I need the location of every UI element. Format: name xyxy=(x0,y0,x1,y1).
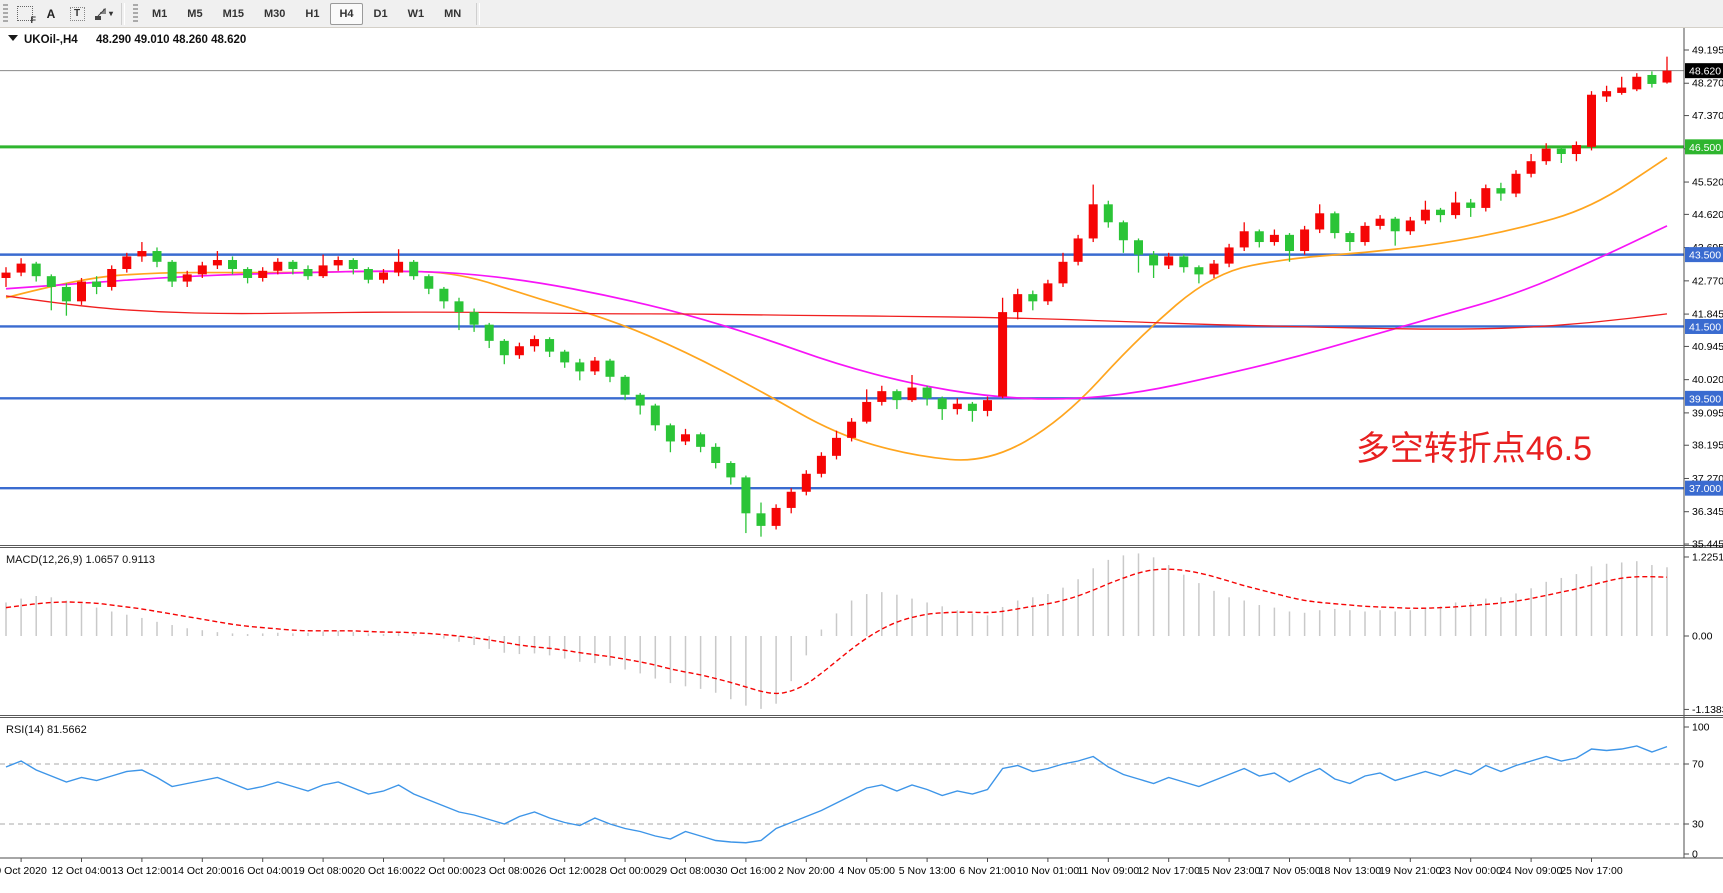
svg-text:4 Nov 05:00: 4 Nov 05:00 xyxy=(838,865,895,877)
svg-text:19 Oct 08:00: 19 Oct 08:00 xyxy=(293,865,353,877)
svg-text:23 Nov 00:00: 23 Nov 00:00 xyxy=(1439,865,1502,877)
toolbar-separator xyxy=(476,3,480,25)
timeframe-mn[interactable]: MN xyxy=(435,3,470,25)
svg-text:0: 0 xyxy=(1692,849,1698,861)
timeframe-m30[interactable]: M30 xyxy=(255,3,294,25)
svg-text:23 Oct 08:00: 23 Oct 08:00 xyxy=(474,865,534,877)
ma-fast-orange xyxy=(6,158,1667,460)
chart-area[interactable]: 49.19548.27047.37046.44545.52044.62043.6… xyxy=(0,28,1723,893)
resistance-badge: 43.500 xyxy=(1685,247,1723,262)
symbol-period-label: UKOil-,H4 xyxy=(24,34,78,46)
toolbar: F A T ▾ M1M5M15M30H1H4D1W1MN xyxy=(0,0,1723,28)
svg-text:45.520: 45.520 xyxy=(1692,177,1723,189)
timeframe-group: M1M5M15M30H1H4D1W1MN xyxy=(142,3,471,25)
svg-text:43.500: 43.500 xyxy=(1689,250,1721,262)
svg-text:39.500: 39.500 xyxy=(1689,393,1721,405)
timeframe-m5[interactable]: M5 xyxy=(178,3,211,25)
rsi-line xyxy=(6,746,1667,843)
svg-text:12 Oct 04:00: 12 Oct 04:00 xyxy=(51,865,111,877)
svg-text:49.195: 49.195 xyxy=(1692,45,1723,57)
svg-text:20 Oct 16:00: 20 Oct 16:00 xyxy=(353,865,413,877)
text-label-icon[interactable]: A xyxy=(39,3,63,25)
svg-text:9 Oct 2020: 9 Oct 2020 xyxy=(0,865,47,877)
svg-text:47.370: 47.370 xyxy=(1692,110,1723,122)
svg-text:37.000: 37.000 xyxy=(1689,483,1721,495)
timeframe-m1[interactable]: M1 xyxy=(143,3,176,25)
chinese-annotation: 多空转折点46.5 xyxy=(1356,430,1592,468)
svg-text:19 Nov 21:00: 19 Nov 21:00 xyxy=(1379,865,1442,877)
ohlc-values: 48.290 49.010 48.260 48.620 xyxy=(96,34,246,46)
timeframe-d1[interactable]: D1 xyxy=(365,3,397,25)
svg-text:48.620: 48.620 xyxy=(1689,66,1721,78)
svg-text:5 Nov 13:00: 5 Nov 13:00 xyxy=(899,865,956,877)
svg-text:2 Nov 20:00: 2 Nov 20:00 xyxy=(778,865,835,877)
ma-mid-magenta xyxy=(6,226,1667,399)
svg-text:25 Nov 17:00: 25 Nov 17:00 xyxy=(1560,865,1623,877)
svg-text:35.445: 35.445 xyxy=(1692,539,1723,551)
svg-text:-1.1383: -1.1383 xyxy=(1692,704,1723,716)
svg-text:30: 30 xyxy=(1692,819,1704,831)
svg-text:41.500: 41.500 xyxy=(1689,321,1721,333)
svg-text:41.845: 41.845 xyxy=(1692,309,1723,321)
svg-text:11 Nov 09:00: 11 Nov 09:00 xyxy=(1077,865,1139,877)
macd-panel xyxy=(6,553,1667,708)
svg-text:40.945: 40.945 xyxy=(1692,341,1723,353)
svg-text:1.2251: 1.2251 xyxy=(1692,551,1723,563)
svg-text:28 Oct 00:00: 28 Oct 00:00 xyxy=(595,865,655,877)
svg-text:13 Oct 12:00: 13 Oct 12:00 xyxy=(112,865,172,877)
fibonacci-grid-icon: F xyxy=(17,6,33,21)
timeframe-h4[interactable]: H4 xyxy=(330,3,362,25)
timeframe-w1[interactable]: W1 xyxy=(399,3,434,25)
svg-text:38.195: 38.195 xyxy=(1692,440,1723,452)
toolbar-grip[interactable] xyxy=(3,4,8,24)
timeframe-h1[interactable]: H1 xyxy=(296,3,328,25)
toolbar-separator xyxy=(121,3,125,25)
text-icon[interactable]: T xyxy=(65,3,89,25)
support-badge: 41.500 xyxy=(1685,319,1723,334)
rsi-label: RSI(14) 81.5662 xyxy=(6,724,87,736)
arrows-icon[interactable]: ▾ xyxy=(91,3,115,25)
chevron-down-icon[interactable]: ▾ xyxy=(109,9,113,18)
svg-text:16 Oct 04:00: 16 Oct 04:00 xyxy=(233,865,293,877)
svg-text:36.345: 36.345 xyxy=(1692,506,1723,518)
svg-text:46.500: 46.500 xyxy=(1689,142,1721,154)
svg-text:100: 100 xyxy=(1692,722,1710,734)
svg-text:22 Oct 00:00: 22 Oct 00:00 xyxy=(414,865,474,877)
toolbar-grip[interactable] xyxy=(133,4,138,24)
pivot-badge: 46.500 xyxy=(1685,139,1723,154)
support-badge: 37.000 xyxy=(1685,481,1723,496)
macd-label: MACD(12,26,9) 1.0657 0.9113 xyxy=(6,554,155,566)
fibonacci-icon[interactable]: F xyxy=(13,3,37,25)
trading-terminal: F A T ▾ M1M5M15M30H1H4D1W1MN xyxy=(0,0,1723,893)
moving-averages xyxy=(6,158,1667,460)
arrow-objects-icon xyxy=(93,7,107,21)
svg-text:15 Nov 23:00: 15 Nov 23:00 xyxy=(1198,865,1261,877)
horizontal-levels[interactable] xyxy=(0,71,1684,489)
svg-text:0.00: 0.00 xyxy=(1692,631,1713,643)
svg-text:24 Nov 09:00: 24 Nov 09:00 xyxy=(1500,865,1563,877)
svg-text:30 Oct 16:00: 30 Oct 16:00 xyxy=(716,865,776,877)
svg-text:14 Oct 20:00: 14 Oct 20:00 xyxy=(172,865,232,877)
svg-text:12 Nov 17:00: 12 Nov 17:00 xyxy=(1137,865,1200,877)
svg-text:39.095: 39.095 xyxy=(1692,407,1723,419)
svg-text:48.270: 48.270 xyxy=(1692,78,1723,90)
svg-text:6 Nov 21:00: 6 Nov 21:00 xyxy=(959,865,1016,877)
rsi-panel xyxy=(0,746,1684,843)
ma-slow-red xyxy=(6,296,1667,329)
timeframe-m15[interactable]: M15 xyxy=(214,3,253,25)
svg-text:26 Oct 12:00: 26 Oct 12:00 xyxy=(535,865,595,877)
symbol-dropdown-icon[interactable] xyxy=(8,35,18,41)
last-price-badge: 48.620 xyxy=(1685,63,1723,78)
svg-text:42.770: 42.770 xyxy=(1692,275,1723,287)
text-box-icon: T xyxy=(70,7,85,21)
svg-text:44.620: 44.620 xyxy=(1692,209,1723,221)
svg-text:17 Nov 05:00: 17 Nov 05:00 xyxy=(1258,865,1321,877)
svg-text:18 Nov 13:00: 18 Nov 13:00 xyxy=(1319,865,1382,877)
svg-text:70: 70 xyxy=(1692,759,1704,771)
support-badge: 39.500 xyxy=(1685,391,1723,406)
svg-text:29 Oct 08:00: 29 Oct 08:00 xyxy=(655,865,715,877)
svg-text:10 Nov 01:00: 10 Nov 01:00 xyxy=(1017,865,1080,877)
svg-text:40.020: 40.020 xyxy=(1692,374,1723,386)
